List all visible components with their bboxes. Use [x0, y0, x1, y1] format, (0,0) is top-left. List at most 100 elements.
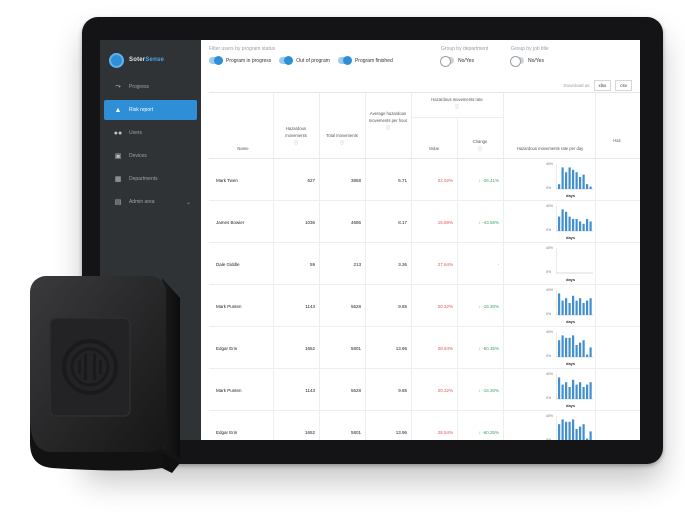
cell-change: ↓ -16.30% [478, 303, 499, 309]
col-change[interactable]: Change ⓘ [459, 138, 501, 152]
switch-on[interactable] [337, 56, 352, 65]
toggle-program-in-progress[interactable]: Program in progress [209, 56, 271, 65]
toggle-group-job[interactable]: No/Yes [510, 56, 544, 67]
cell-name[interactable]: Mark Punten [216, 369, 242, 411]
col-total[interactable]: Total movements ⓘ [321, 132, 363, 146]
chart-bar [579, 426, 582, 440]
mini-bar-chart: 40% 0% days [546, 414, 596, 440]
sensor-device-image [12, 268, 182, 480]
table-row[interactable]: James Bowier 1036 4686 8.17 15.68% ↓ -43… [209, 201, 640, 243]
chart-bar [561, 419, 564, 440]
cell-change: ↓ -26.41% [478, 177, 499, 183]
cell-average: 9.85 [398, 387, 407, 393]
cell-value: 20.32% [437, 387, 453, 393]
sidebar-item-risk-report[interactable]: ▲ Risk report [104, 100, 197, 120]
cell-value: 28.54% [437, 429, 453, 435]
table-row[interactable]: Mark Punten 1143 5628 9.85 20.32% ↓ -16.… [209, 369, 640, 411]
switch-off[interactable] [440, 56, 454, 67]
mini-bar-chart: 40% 0% days [546, 288, 596, 324]
mini-chart-svg [556, 290, 593, 316]
cell-name[interactable]: Mark Punten [216, 285, 242, 327]
download-csv-button[interactable]: csv [615, 80, 632, 91]
chart-bar [568, 216, 571, 231]
brand[interactable]: SoterSense [109, 50, 164, 70]
toggle-out-of-program[interactable]: Out of program [279, 56, 330, 65]
sidebar-item-label: Users [129, 130, 143, 136]
toggle-group-department[interactable]: No/Yes [440, 56, 474, 67]
chart-bar [582, 424, 585, 440]
chart-bottom-label: 0% [546, 396, 552, 400]
program-status-filter: Filter users by program status Program i… [209, 46, 393, 65]
table-row[interactable]: Mark Punten 1143 5628 9.85 20.32% ↓ -16.… [209, 285, 640, 327]
cell-name[interactable]: Mark Twen [216, 159, 238, 201]
cell-hazardous: 1143 [305, 303, 315, 309]
chart-bar [582, 340, 585, 357]
sidebar-item-label: Progress [129, 84, 150, 90]
cell-average: 13.96 [395, 429, 407, 435]
info-icon[interactable]: ⓘ [459, 145, 501, 152]
cell-name[interactable]: Edgar Erin [216, 411, 237, 440]
chart-bar [589, 186, 592, 189]
col-name[interactable]: Name [223, 145, 263, 152]
switch-off[interactable] [510, 56, 524, 67]
col-extra[interactable]: Haz [597, 137, 637, 144]
table-row[interactable]: Dale Giddle 59 213 3.36 27.64% - 40% 0% … [209, 243, 640, 285]
cell-hazardous: 1652 [304, 345, 315, 351]
chart-bar [575, 300, 578, 315]
chart-days-label: days [566, 277, 576, 282]
chart-bar [565, 298, 568, 315]
cell-hazardous: 59 [309, 261, 315, 267]
col-value[interactable]: Value [413, 145, 455, 152]
mini-bar-chart: 40% 0% days [546, 246, 596, 282]
sidebar-item-label: Admin area [129, 199, 155, 205]
chevron-down-icon: ⌄ [185, 199, 191, 206]
brand-name: SoterSense [129, 57, 165, 63]
col-average[interactable]: Average hazardous movements per hour ⓘ [367, 110, 409, 131]
toggle-program-finished[interactable]: Program finished [337, 56, 393, 65]
download-area: Download as xlsx csv [563, 80, 632, 91]
cell-total: 4686 [350, 219, 361, 225]
table-row[interactable]: Edgar Erin 1652 5801 13.96 28.54% ↓ -60.… [209, 411, 640, 440]
chart-bottom-label: 0% [546, 438, 552, 440]
table-row[interactable]: Edgar Erin 1652 5801 13.96 28.54% ↓ -60.… [209, 327, 640, 369]
col-label: Average hazardous movements per hour [368, 111, 408, 123]
download-xlsx-button[interactable]: xlsx [593, 80, 612, 91]
chart-bottom-label: 0% [546, 270, 552, 274]
sidebar-item-label: Risk report [129, 107, 154, 113]
group-by-department: Group by department No/Yes [440, 46, 488, 67]
cell-hazardous: 627 [307, 177, 315, 183]
col-hazardous[interactable]: Hazardous movements ⓘ [275, 125, 317, 146]
info-icon[interactable]: ⓘ [413, 103, 501, 110]
cell-total: 5628 [350, 303, 361, 309]
chart-bar [586, 219, 589, 231]
table-row[interactable]: Mark Twen 627 3858 6.71 22.02% ↓ -26.41%… [209, 159, 640, 201]
cell-name[interactable]: James Bowier [216, 201, 244, 243]
info-icon[interactable]: ⓘ [321, 139, 363, 146]
info-icon[interactable]: ⓘ [275, 139, 317, 146]
chart-bar [582, 303, 585, 315]
cell-name[interactable]: Dale Giddle [216, 243, 240, 285]
chart-bar [572, 295, 575, 315]
cell-name[interactable]: Edgar Erin [216, 327, 237, 369]
download-label: Download as [563, 83, 590, 88]
cell-value: 15.68% [437, 219, 453, 225]
sidebar-item-admin-area[interactable]: ▤ Admin area ⌄ [104, 192, 197, 212]
chart-bar [586, 438, 589, 440]
users-icon: ●● [113, 129, 123, 137]
trend-icon: ⤳ [115, 83, 121, 90]
mini-chart-svg [556, 248, 593, 274]
chart-top-label: 40% [546, 330, 554, 334]
sidebar-item-progress[interactable]: ⤳ Progress [104, 77, 197, 97]
switch-on[interactable] [279, 56, 294, 65]
sidebar-item-users[interactable]: ●● Users [104, 123, 197, 143]
chart-bar [575, 345, 578, 357]
cell-total: 5628 [350, 387, 361, 393]
info-icon[interactable]: ⓘ [367, 124, 409, 131]
chart-bar [565, 382, 568, 399]
mini-chart-svg [556, 416, 592, 440]
chart-bar [579, 382, 582, 399]
mini-bar-chart: 40% 0% days [546, 162, 596, 198]
sidebar-item-departments[interactable]: ▦ Departments [104, 169, 197, 189]
sidebar-item-devices[interactable]: ▣ Devices [104, 146, 197, 166]
switch-on[interactable] [209, 56, 223, 65]
